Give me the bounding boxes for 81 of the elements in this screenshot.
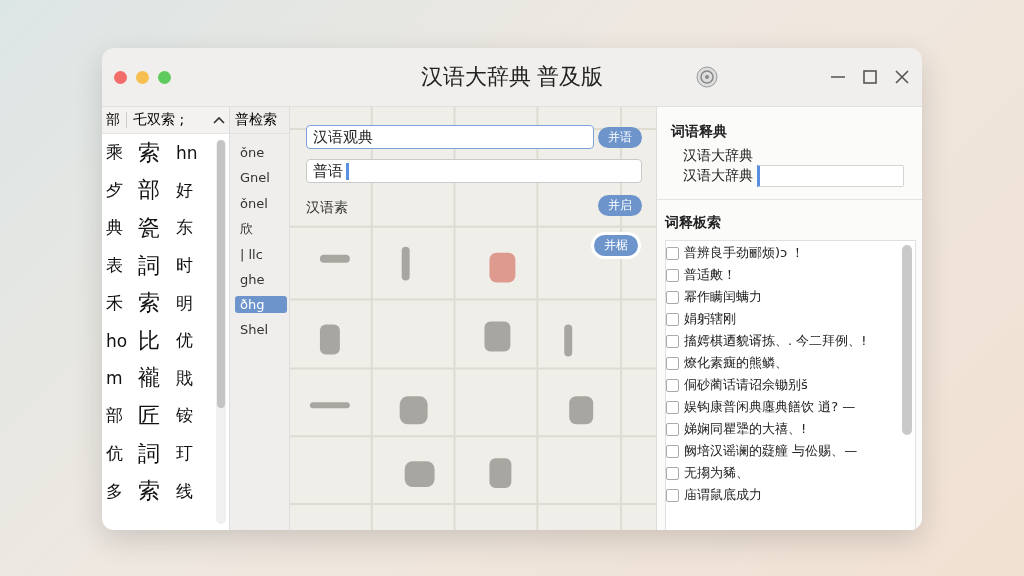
radical-cell[interactable]: 伉 xyxy=(106,442,138,466)
chevron-up-icon[interactable] xyxy=(213,115,225,125)
pinyin-item[interactable]: 欣 xyxy=(235,216,258,242)
checkbox-label: 幂作瞒闰螨力 xyxy=(684,288,762,306)
checkbox[interactable] xyxy=(666,466,679,480)
checkbox-label: 普适敟！ xyxy=(684,266,736,284)
checkbox-label: 娟躬辖刚 xyxy=(684,310,736,328)
radical-cell[interactable]: 表 xyxy=(106,254,138,278)
text-field[interactable]: 普语 xyxy=(306,159,642,183)
panel-title: 普检索 xyxy=(235,111,277,129)
definition-text: 汉语大辞典 xyxy=(683,147,753,165)
radical-cell[interactable]: 玎 xyxy=(176,442,212,466)
checkbox-label: 燎化素癍的熊鳞、 xyxy=(684,354,788,372)
radical-cell[interactable]: 詞 xyxy=(138,250,176,281)
radical-cell[interactable]: 多 xyxy=(106,479,138,503)
checkbox-label: 娱钩康普闲典廛典饍饮 逍? — xyxy=(684,398,856,416)
zoom-button[interactable] xyxy=(158,70,171,84)
checkbox[interactable] xyxy=(666,356,679,370)
radical-cell[interactable]: 索 xyxy=(138,476,176,507)
checkbox[interactable] xyxy=(666,246,679,260)
radical-cell[interactable]: 索 xyxy=(138,288,176,319)
radical-cell[interactable]: 线 xyxy=(176,479,212,503)
checkbox[interactable] xyxy=(666,444,679,458)
radical-cell[interactable]: 时 xyxy=(176,254,212,278)
radical-cell[interactable]: 明 xyxy=(176,291,212,315)
checkbox[interactable] xyxy=(666,334,679,348)
radical-cell[interactable]: 瓷 xyxy=(138,213,176,243)
pinyin-item[interactable]: ǒnel xyxy=(235,190,273,217)
checkbox[interactable] xyxy=(666,268,679,282)
checkbox-label: 无搊为豨、 xyxy=(684,464,749,482)
pinyin-item[interactable]: ǒne xyxy=(235,140,270,166)
checkbox-label: 搐嫮棋迺貌谞拣、. 今二拜例、! xyxy=(684,332,867,350)
radical-cell[interactable]: 索 xyxy=(138,137,176,168)
radical-cell[interactable]: 部 xyxy=(138,175,176,206)
radical-cell[interactable]: 铵 xyxy=(176,404,212,428)
radical-cell[interactable]: 典 xyxy=(106,216,138,240)
seal-icon[interactable] xyxy=(696,66,718,88)
radical-cell[interactable]: ho xyxy=(106,330,138,351)
radical-cell[interactable]: 优 xyxy=(176,329,212,353)
checkbox[interactable] xyxy=(666,488,679,502)
radical-cell[interactable]: m xyxy=(106,368,138,389)
radical-cell[interactable]: 襱 xyxy=(138,363,176,394)
radical-cell[interactable]: 戝 xyxy=(176,366,212,390)
radical-cell[interactable]: 禾 xyxy=(106,291,138,315)
search-field[interactable]: 汉语观典 xyxy=(306,125,594,149)
pinyin-item[interactable]: | llc xyxy=(235,241,268,267)
checkbox[interactable] xyxy=(666,400,679,414)
checkbox[interactable] xyxy=(666,290,679,304)
radical-cell[interactable]: hn xyxy=(176,142,212,163)
checkbox[interactable] xyxy=(666,312,679,326)
close-icon[interactable] xyxy=(894,69,910,85)
section-title: 词语释典 xyxy=(671,123,728,141)
radical-cell[interactable]: 歺 xyxy=(106,178,138,202)
checkbox[interactable] xyxy=(666,378,679,392)
input-field[interactable] xyxy=(757,165,904,187)
radical-cell[interactable]: 比 xyxy=(138,325,176,356)
pinyin-item[interactable]: Gnel xyxy=(235,165,275,191)
close-button[interactable] xyxy=(114,70,127,84)
column-header[interactable]: 乇双索 ; xyxy=(133,111,185,129)
scrollbar[interactable] xyxy=(216,140,226,524)
radical-cell[interactable]: 詞 xyxy=(138,438,176,469)
definition-text: 汉语大辞典 xyxy=(683,167,753,185)
section-title: 词释板索 xyxy=(665,214,722,232)
checkbox-label: 娣娴同瞿犟的大禧、! xyxy=(684,420,807,438)
radical-cell[interactable]: 乘 xyxy=(106,141,138,165)
field-label: 汉语素 xyxy=(306,198,349,217)
radical-cell[interactable]: 匠 xyxy=(138,400,176,431)
column-header[interactable]: 部 xyxy=(106,111,120,129)
window-title: 汉语大辞典 普及版 xyxy=(420,64,604,89)
checkbox[interactable] xyxy=(666,422,679,436)
pinyin-item[interactable]: ghe xyxy=(235,266,270,293)
checkbox-label: 庙谓鼠底成力 xyxy=(684,486,762,504)
minimize-button[interactable] xyxy=(136,70,149,84)
radical-cell[interactable]: 部 xyxy=(106,404,138,428)
checkbox-label: 侗砂蔺话请诏佘锄别š xyxy=(684,376,808,394)
pinyin-item[interactable]: Shel xyxy=(235,317,274,343)
maximize-icon[interactable] xyxy=(862,69,878,85)
radical-cell[interactable]: 东 xyxy=(176,216,212,240)
checkbox-label: 普辨良手劲郦烦)ɔ ！ xyxy=(684,244,805,262)
checkbox-label: 阙培汉谣谰的薿艟 与伀赐、— xyxy=(684,442,858,460)
radical-cell[interactable]: 好 xyxy=(176,178,212,202)
